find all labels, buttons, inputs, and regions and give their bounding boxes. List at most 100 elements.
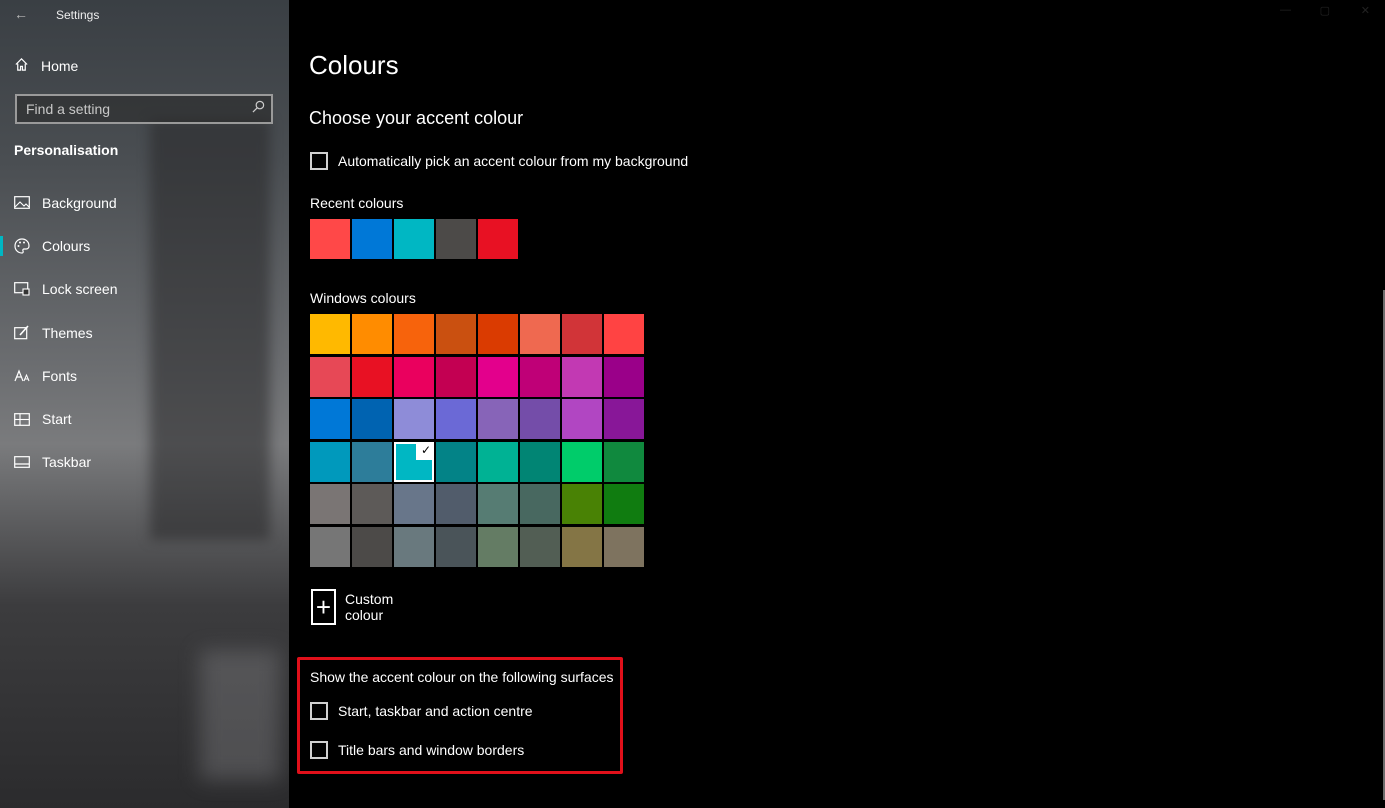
image-icon [14, 196, 30, 210]
sidebar-item-fonts[interactable]: Fonts [0, 354, 289, 397]
start-taskbar-checkbox[interactable] [310, 702, 328, 720]
colour-swatch[interactable] [520, 356, 560, 397]
colour-swatch[interactable] [436, 484, 476, 525]
section-title: Personalisation [14, 142, 119, 158]
colour-swatch[interactable] [520, 399, 560, 440]
colour-swatch[interactable] [352, 356, 392, 397]
sidebar-item-themes[interactable]: Themes [0, 311, 289, 354]
surfaces-heading: Show the accent colour on the following … [310, 669, 614, 685]
sidebar-item-label: Themes [42, 324, 93, 341]
colour-swatch[interactable] [520, 484, 560, 525]
auto-pick-label: Automatically pick an accent colour from… [338, 153, 689, 169]
colour-swatch[interactable] [478, 219, 518, 259]
colour-swatch[interactable] [520, 441, 560, 482]
palette-icon [14, 238, 30, 254]
colour-swatch[interactable] [478, 441, 518, 482]
maximize-icon[interactable]: ▢ [1320, 4, 1330, 17]
auto-pick-checkbox-row[interactable]: Automatically pick an accent colour from… [310, 152, 688, 170]
sidebar-nav: Background Colours Lock screen Themes Fo… [0, 181, 289, 484]
colour-swatch[interactable] [478, 526, 518, 567]
colour-swatch[interactable] [436, 356, 476, 397]
sidebar-item-label: Start [42, 411, 72, 428]
sidebar-item-lock-screen[interactable]: Lock screen [0, 268, 289, 311]
colour-swatch[interactable] [352, 526, 392, 567]
colour-swatch[interactable] [436, 399, 476, 440]
recent-colours-label: Recent colours [310, 195, 404, 211]
page-title: Colours [309, 50, 399, 80]
colour-swatch[interactable] [394, 526, 434, 567]
plus-icon[interactable]: + [311, 589, 336, 625]
sidebar: ← Settings Home Personalisation Backgrou… [0, 0, 289, 808]
colour-swatch[interactable] [352, 219, 392, 259]
sidebar-item-label: Fonts [42, 367, 78, 384]
colour-swatch[interactable] [352, 441, 392, 482]
colour-swatch[interactable] [436, 314, 476, 354]
colour-swatch[interactable] [352, 399, 392, 440]
colour-swatch[interactable] [310, 441, 350, 482]
colour-swatch[interactable] [604, 441, 644, 482]
sidebar-item-taskbar[interactable]: Taskbar [0, 441, 289, 484]
minimize-icon[interactable]: ― [1280, 4, 1291, 16]
sidebar-item-label: Background [42, 194, 117, 211]
colour-swatch[interactable] [394, 399, 434, 440]
colour-swatch[interactable] [478, 356, 518, 397]
checkmark-icon: ✓ [420, 442, 431, 457]
start-icon [14, 412, 30, 426]
custom-colour-button[interactable]: + Custom colour [311, 589, 404, 625]
title-bars-checkbox[interactable] [310, 741, 328, 759]
colour-swatch[interactable] [520, 526, 560, 567]
colour-swatch[interactable] [394, 484, 434, 525]
colour-swatch[interactable] [394, 314, 434, 354]
colour-swatch[interactable] [310, 484, 350, 525]
colour-swatch[interactable] [604, 356, 644, 397]
colour-swatch[interactable] [310, 356, 350, 397]
colour-swatch[interactable] [436, 219, 476, 259]
sidebar-item-label: Taskbar [42, 454, 92, 471]
search-box[interactable] [15, 94, 273, 124]
colour-swatch[interactable] [310, 219, 350, 259]
home-label: Home [41, 58, 79, 74]
home-icon [14, 57, 29, 75]
colour-swatch[interactable] [394, 219, 434, 259]
themes-icon [14, 325, 30, 340]
colour-swatch[interactable] [604, 484, 644, 525]
colour-swatch[interactable] [562, 441, 602, 482]
search-icon[interactable] [252, 100, 265, 116]
recent-colours [310, 219, 518, 259]
colour-swatch[interactable] [562, 399, 602, 440]
colour-swatch[interactable] [604, 314, 644, 354]
sidebar-item-background[interactable]: Background [0, 181, 289, 224]
colour-swatch[interactable] [478, 399, 518, 440]
colour-swatch[interactable] [604, 526, 644, 567]
surface-option-titlebars[interactable]: Title bars and window borders [310, 741, 524, 759]
colour-swatch[interactable] [604, 399, 644, 440]
colour-swatch[interactable] [310, 526, 350, 567]
colour-swatch[interactable] [562, 484, 602, 525]
selected-colour-swatch[interactable]: ✓ [394, 441, 434, 482]
colour-swatch[interactable] [562, 356, 602, 397]
sidebar-item-colours[interactable]: Colours [0, 224, 289, 267]
colour-swatch[interactable] [310, 399, 350, 440]
colour-swatch[interactable] [436, 441, 476, 482]
colour-swatch[interactable] [436, 526, 476, 567]
colour-swatch[interactable] [394, 356, 434, 397]
colour-swatch[interactable] [562, 314, 602, 354]
lock-screen-icon [14, 282, 30, 296]
auto-pick-checkbox[interactable] [310, 152, 328, 170]
colour-swatch[interactable] [352, 314, 392, 354]
colour-swatch[interactable] [310, 314, 350, 354]
back-arrow-icon[interactable]: ← [14, 6, 28, 22]
sidebar-item-label: Colours [42, 237, 91, 254]
colour-swatch[interactable] [478, 484, 518, 525]
surface-option-start[interactable]: Start, taskbar and action centre [310, 702, 533, 720]
search-input[interactable] [17, 96, 246, 122]
colour-swatch[interactable] [562, 526, 602, 567]
window-title: Settings [56, 8, 100, 22]
close-icon[interactable]: ✕ [1361, 4, 1370, 17]
sidebar-item-start[interactable]: Start [0, 397, 289, 440]
colour-swatch[interactable] [478, 314, 518, 354]
home-link[interactable]: Home [14, 57, 78, 75]
colour-swatch[interactable] [352, 484, 392, 525]
fonts-icon [14, 369, 30, 383]
colour-swatch[interactable] [520, 314, 560, 354]
